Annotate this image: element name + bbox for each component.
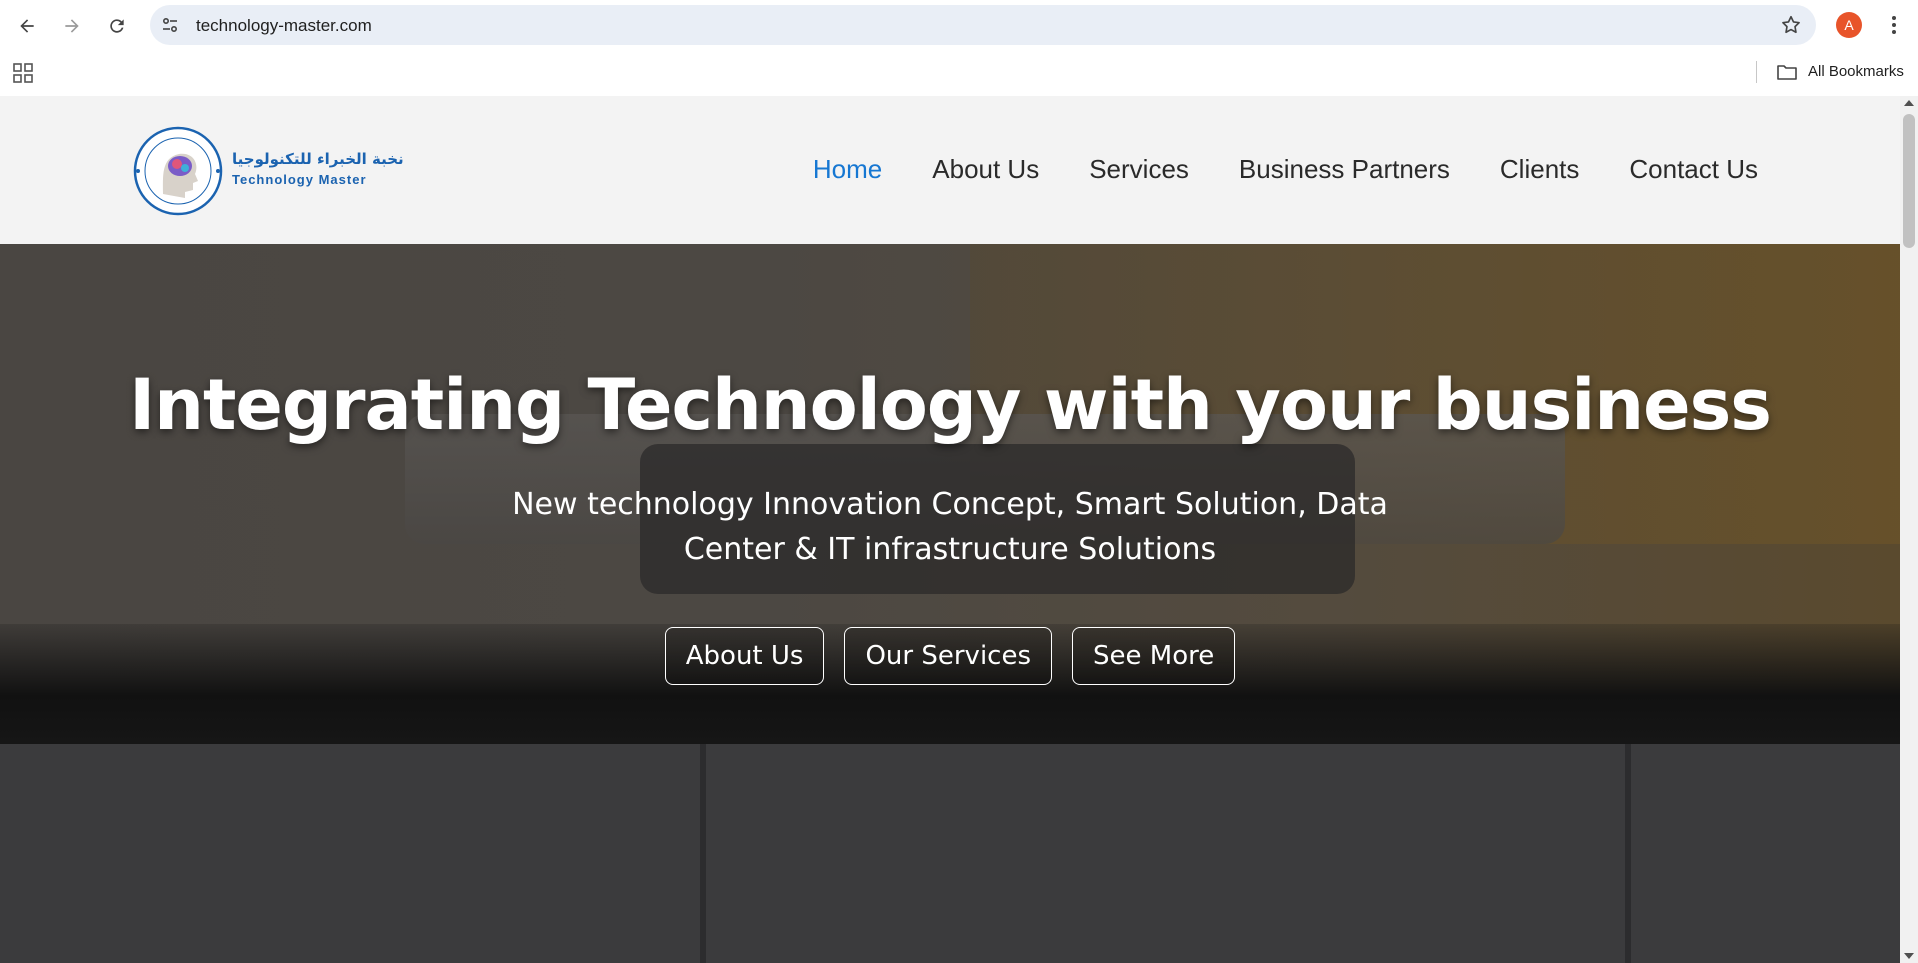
url-text[interactable]: technology-master.com	[196, 16, 372, 36]
menu-dots-icon[interactable]	[1882, 13, 1906, 37]
hero-subtitle: New technology Innovation Concept, Smart…	[512, 487, 1388, 567]
nav-about-us[interactable]: About Us	[932, 154, 1039, 185]
main-navigation: Home About Us Services Business Partners…	[813, 154, 1758, 185]
scroll-up-arrow[interactable]	[1904, 100, 1914, 106]
hero-title: Integrating Technology with your busines…	[129, 364, 1772, 446]
see-more-button[interactable]: See More	[1072, 627, 1236, 685]
site-info-icon[interactable]	[160, 15, 180, 35]
hero-background-seam	[1625, 744, 1631, 963]
logo-english-text: Technology Master	[232, 172, 367, 187]
bookmarks-bar: All Bookmarks	[0, 50, 1918, 96]
page-viewport: نخبة الخبراء للتكنولوجيا Technology Mast…	[0, 96, 1900, 963]
nav-services[interactable]: Services	[1089, 154, 1189, 185]
all-bookmarks-label[interactable]: All Bookmarks	[1808, 63, 1904, 80]
nav-home[interactable]: Home	[813, 154, 882, 185]
nav-business-partners[interactable]: Business Partners	[1239, 154, 1450, 185]
hero-background-lower	[0, 744, 1900, 963]
hero-background-seam	[700, 744, 706, 963]
nav-contact-us[interactable]: Contact Us	[1629, 154, 1758, 185]
page-scrollbar[interactable]	[1900, 96, 1918, 963]
scroll-thumb[interactable]	[1903, 114, 1915, 248]
about-us-button[interactable]: About Us	[664, 627, 825, 685]
address-bar[interactable]: technology-master.com	[150, 5, 1816, 45]
reload-icon	[110, 19, 124, 33]
folder-icon[interactable]	[1776, 62, 1798, 82]
browser-toolbar: technology-master.com A	[0, 0, 1918, 50]
reload-button[interactable]	[100, 9, 134, 43]
company-logo[interactable]	[133, 126, 223, 216]
back-button[interactable]	[10, 9, 44, 43]
forward-icon	[65, 19, 79, 33]
profile-avatar[interactable]: A	[1836, 12, 1862, 38]
hero-buttons: About Us Our Services See More	[0, 627, 1900, 685]
forward-button[interactable]	[55, 9, 89, 43]
nav-clients[interactable]: Clients	[1500, 154, 1579, 185]
scroll-down-arrow[interactable]	[1904, 953, 1914, 959]
bookmarks-separator	[1756, 61, 1757, 83]
our-services-button[interactable]: Our Services	[844, 627, 1053, 685]
site-header: نخبة الخبراء للتكنولوجيا Technology Mast…	[0, 96, 1900, 244]
apps-icon[interactable]	[12, 62, 34, 84]
logo-arabic-text: نخبة الخبراء للتكنولوجيا	[232, 150, 404, 168]
star-icon[interactable]	[1780, 14, 1802, 36]
hero-section: Integrating Technology with your busines…	[0, 244, 1900, 963]
back-icon	[20, 19, 34, 33]
